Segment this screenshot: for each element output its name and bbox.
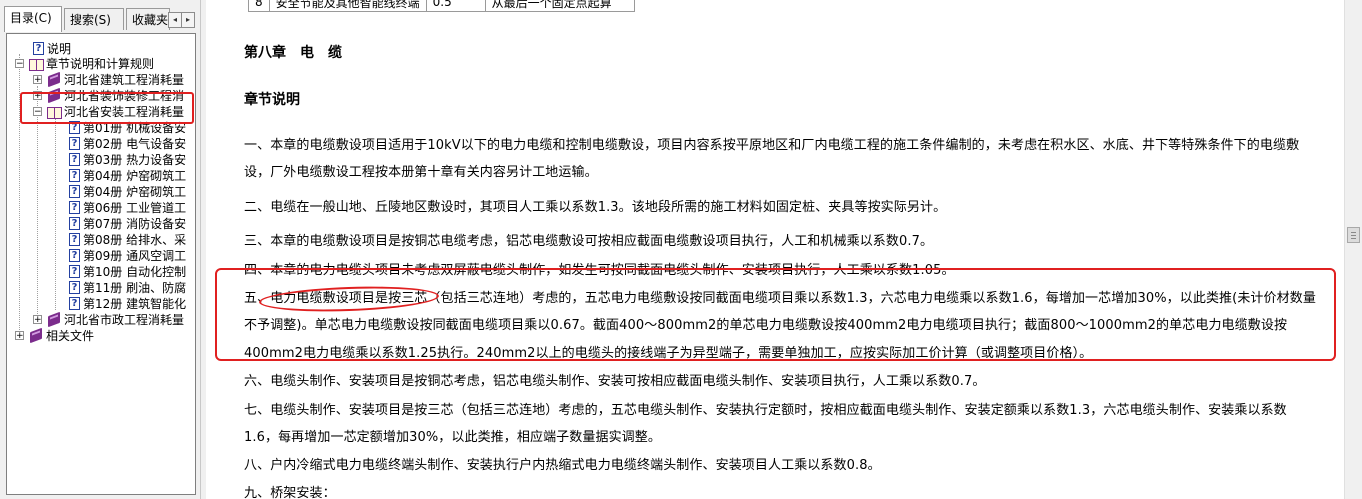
tree-item-volume[interactable]: ? 第09册 通风空调工 [69,247,186,263]
collapse-icon[interactable]: − [15,59,24,69]
tree-item-volume[interactable]: ? 第10册 自动化控制 [69,263,186,279]
table-cell: 0.5 [425,0,486,12]
tab-favorites[interactable]: 收藏夹 [126,8,170,30]
tree-item-volume[interactable]: ? 第04册 炉窑砌筑工 [69,183,186,199]
tree-item-volume[interactable]: ? 第02册 电气设备安 [69,135,186,151]
paragraph: 七、电缆头制作、安装项目是按三芯（包括三芯连地）考虑的，五芯电缆头制作、安装执行… [244,403,1287,446]
tree-item-municipal[interactable]: 河北省市政工程消耗量 [47,311,184,327]
tree-item-volume[interactable]: ? 第12册 建筑智能化 [69,295,186,311]
tab-search[interactable]: 搜索(S) [64,8,124,30]
table-cell: 安全节能及其他智能线终端 [268,0,427,12]
help-page-icon: ? [69,185,80,198]
scrollbar-thumb[interactable] [1347,227,1360,243]
tree-item-building[interactable]: 河北省建筑工程消耗量 [47,71,184,87]
tree-item-related[interactable]: 相关文件 [29,327,94,343]
paragraph: 八、户内冷缩式电力电缆终端头制作、安装执行户内热缩式电力电缆终端头制作、安装项目… [244,458,881,473]
help-page-icon: ? [33,42,44,55]
tree-item-chapter-rules[interactable]: 章节说明和计算规则 [29,55,154,71]
book-icon [47,73,61,86]
navigation-pane: 目录(C) 搜索(S) 收藏夹 ◂ ▸ ? 说明 − 章节说明和计算规则 + 河北… [0,0,200,499]
help-page-icon: ? [69,297,80,310]
book-icon [47,313,61,326]
tree-item-volume[interactable]: ? 第06册 工业管道工 [69,199,186,215]
tab-contents[interactable]: 目录(C) [4,6,62,32]
help-page-icon: ? [69,153,80,166]
vertical-scrollbar[interactable] [1344,0,1362,499]
table-cell: 8 [248,0,270,12]
help-page-icon: ? [69,217,80,230]
tab-scroll-left-icon[interactable]: ◂ [168,12,182,28]
table-cell: 从最后一个固定点起算 [484,0,635,12]
annotation-highlight-box [215,268,1336,361]
annotation-highlight-box [20,92,194,124]
help-page-icon: ? [69,201,80,214]
help-page-icon: ? [69,281,80,294]
paragraph: 一、本章的电缆敷设项目适用于10kV以下的电力电缆和控制电缆敷设，项目内容系按平… [244,138,1300,181]
document-view: 8 安全节能及其他智能线终端 0.5 从最后一个固定点起算 第八章 电 缆 章节… [206,0,1344,499]
help-page-icon: ? [69,137,80,150]
help-page-icon: ? [69,169,80,182]
help-page-icon: ? [69,265,80,278]
paragraph: 六、电缆头制作、安装项目是按铜芯考虑，铝芯电缆头制作、安装可按相应截面电缆头制作… [244,374,986,389]
paragraph: 二、电缆在一般山地、丘陵地区敷设时，其项目人工乘以系数1.3。该地段所需的施工材… [244,200,947,215]
expand-icon[interactable]: + [33,315,42,325]
tree-item-volume[interactable]: ? 第04册 炉窑砌筑工 [69,167,186,183]
chapter-title: 第八章 电 缆 [244,45,342,61]
tree-item-volume[interactable]: ? 第07册 消防设备安 [69,215,186,231]
expand-icon[interactable]: + [15,331,24,341]
paragraph: 九、桥架安装： [244,486,336,499]
tab-scroll-right-icon[interactable]: ▸ [181,12,195,28]
tree-item-volume[interactable]: ? 第03册 热力设备安 [69,151,186,167]
table-row: 8 安全节能及其他智能线终端 0.5 从最后一个固定点起算 [248,0,635,12]
open-book-icon [29,57,44,71]
help-page-icon: ? [69,233,80,246]
parameter-table: 8 安全节能及其他智能线终端 0.5 从最后一个固定点起算 [248,0,635,12]
tree-item-volume[interactable]: ? 第11册 刷油、防腐 [69,279,186,295]
tree-item-volume[interactable]: ? 第08册 给排水、采 [69,231,186,247]
expand-icon[interactable]: + [33,75,42,85]
help-page-icon: ? [69,249,80,262]
paragraph: 三、本章的电缆敷设项目是按铜芯电缆考虑，铝芯电缆敷设可按相应截面电缆敷设项目执行… [244,234,934,249]
section-title: 章节说明 [244,92,300,108]
book-icon [29,329,43,342]
tree-item-readme[interactable]: ? 说明 [33,40,71,56]
nav-tabs: 目录(C) 搜索(S) 收藏夹 ◂ ▸ [0,6,200,32]
